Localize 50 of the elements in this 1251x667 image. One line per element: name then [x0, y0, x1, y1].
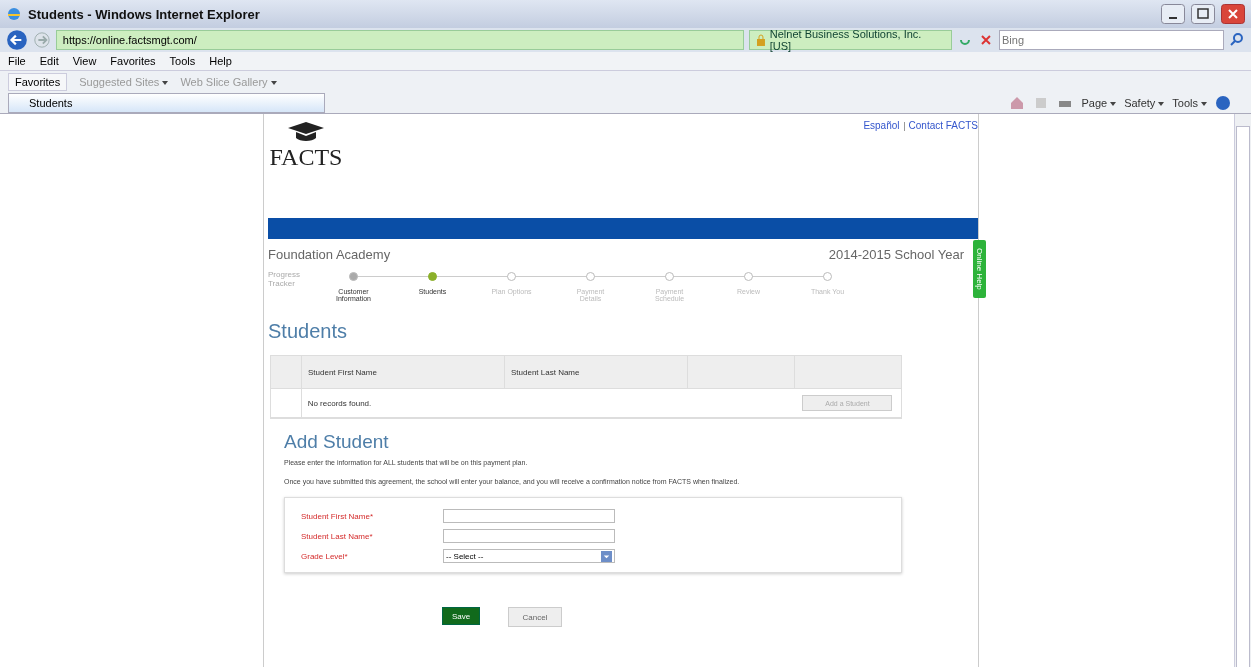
browser-icon — [6, 6, 22, 22]
search-icon[interactable] — [1229, 32, 1245, 48]
lock-icon — [755, 34, 766, 46]
search-field[interactable]: Bing — [999, 30, 1225, 50]
progress-label: Progress Tracker — [268, 270, 301, 290]
command-menu[interactable]: Page — [1081, 97, 1117, 109]
command-menu[interactable]: Tools — [1172, 97, 1207, 109]
caret-icon — [1110, 102, 1117, 107]
column-header: Student Last Name — [505, 356, 688, 388]
menu-item[interactable]: File — [8, 55, 26, 67]
menu-item[interactable]: View — [72, 55, 97, 67]
browser-tab[interactable]: Students — [8, 93, 325, 113]
address-field[interactable]: https://online.factsmgt.com/ — [55, 30, 744, 50]
security-badge[interactable]: Nelnet Business Solutions, Inc. [US] — [748, 30, 953, 50]
caret-icon — [162, 81, 169, 86]
minimize-button[interactable] — [1161, 4, 1185, 24]
facts-logo: FACTS — [268, 116, 344, 171]
grade-dropdown[interactable]: -- Select -- — [443, 549, 615, 563]
field-label: Student First Name* — [301, 511, 375, 521]
menu-item[interactable]: Tools — [169, 55, 196, 67]
maximize-button[interactable] — [1191, 4, 1215, 24]
school-year: 2014-2015 School Year — [828, 247, 964, 262]
input-field[interactable] — [443, 529, 615, 543]
scrollbar[interactable] — [1234, 114, 1251, 667]
language-link[interactable]: Español — [863, 120, 900, 131]
field-label: Student Last Name* — [301, 531, 374, 541]
window-title: Students - Windows Internet Explorer — [28, 6, 260, 22]
field-label: Grade Level* — [301, 551, 349, 561]
menu-item[interactable]: Help — [209, 55, 232, 67]
menu-item[interactable]: Favorites — [110, 55, 156, 67]
forward-icon[interactable] — [32, 31, 51, 49]
menu-item[interactable]: Edit — [39, 55, 59, 67]
caret-icon — [1201, 102, 1207, 107]
input-field[interactable] — [443, 509, 615, 523]
contact-link[interactable]: Contact FACTS — [908, 120, 978, 131]
caret-icon — [270, 81, 277, 86]
home-icon[interactable] — [1009, 95, 1026, 111]
save-button[interactable]: Save — [442, 607, 480, 625]
caret-icon — [1158, 102, 1165, 107]
section-heading: Add Student — [284, 431, 390, 453]
cancel-button[interactable]: Cancel — [508, 607, 562, 627]
close-button[interactable] — [1221, 4, 1245, 24]
security-text: Nelnet Business Solutions, Inc. [US] — [769, 28, 923, 52]
favorites-button[interactable]: Favorites — [8, 73, 68, 91]
command-menu[interactable]: Safety — [1124, 97, 1165, 109]
back-icon[interactable] — [6, 29, 28, 51]
column-header: Student First Name — [302, 356, 505, 388]
page-heading: Students — [268, 320, 348, 343]
empty-message: No records found. — [306, 397, 373, 410]
school-name: Foundation Academy — [268, 247, 391, 262]
